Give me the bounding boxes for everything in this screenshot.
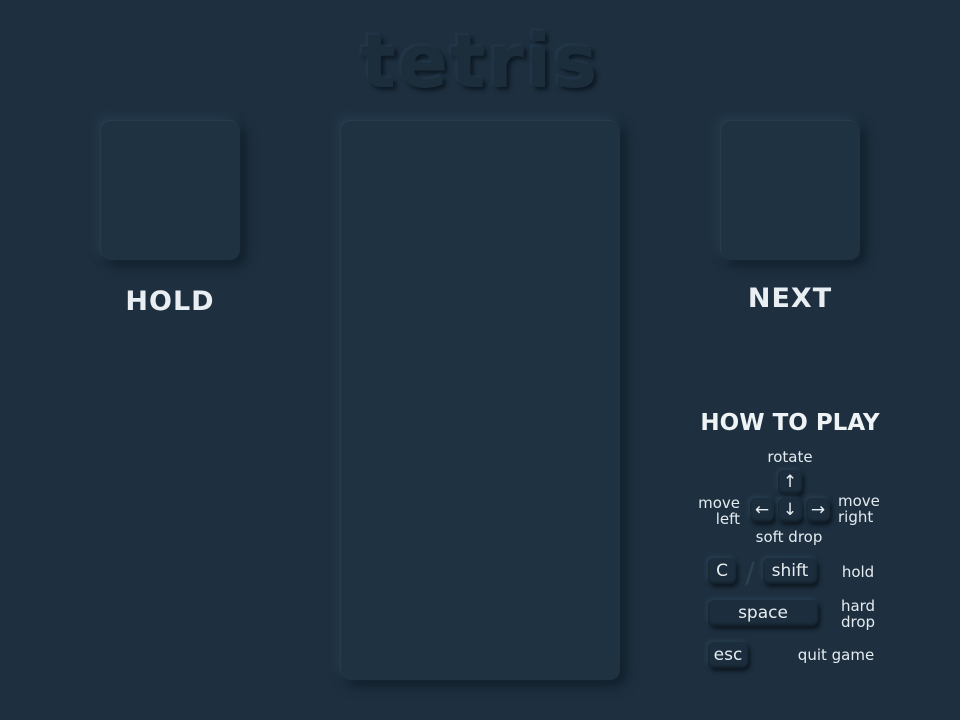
soft-drop-label: soft drop [755,528,823,546]
shift-key: shift [763,558,817,584]
rotate-label: rotate [767,448,813,466]
quit-game-label: quit game [797,646,875,664]
next-piece-box [720,120,860,260]
move-right-label-line2: right [838,508,874,526]
how-to-play-title: HOW TO PLAY [700,410,880,436]
hard-drop-label-line1: hard [840,597,876,615]
hold-action-label: hold [841,563,875,581]
space-key: space [708,600,818,626]
esc-key: esc [708,642,748,668]
hold-piece-box [100,120,240,260]
move-left-label-line2: left [715,510,740,528]
game-title: tetris [360,19,600,105]
c-key: C [708,558,736,584]
right-arrow-key: → [806,498,830,522]
up-arrow-key: ↑ [778,470,802,494]
key-separator: / [745,556,755,589]
left-arrow-key: ← [750,498,774,522]
hard-drop-label-line2: drop [840,613,876,631]
game-board[interactable] [340,120,620,680]
move-left-label-line1: move [698,494,740,512]
move-right-label-line1: move [838,492,880,510]
next-label: NEXT [747,283,833,314]
down-arrow-key: ↓ [778,498,802,522]
game-screen: tetris HOLD NEXT HOW TO PLAY rotate ↑ ← … [0,0,960,720]
hold-label: HOLD [125,286,215,317]
